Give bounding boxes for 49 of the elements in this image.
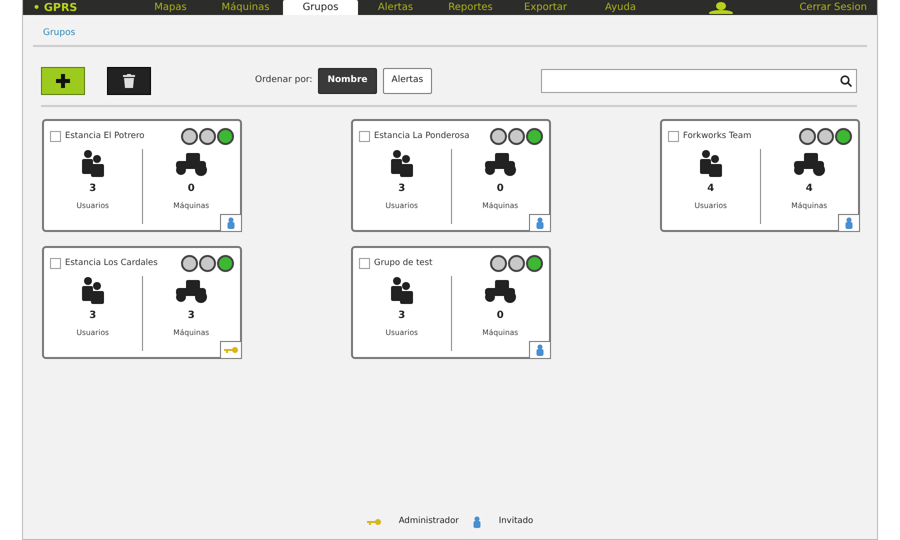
sort-button[interactable]: Nombre [318, 68, 377, 94]
add-button[interactable] [41, 66, 85, 94]
checkbox[interactable] [50, 130, 61, 142]
plus-icon [56, 74, 70, 88]
machine-count: 3 [188, 308, 195, 322]
machine-count: 4 [806, 182, 813, 196]
users-icon [80, 276, 105, 304]
user-count: 3 [398, 182, 406, 196]
users-icon [390, 276, 414, 304]
nav-tab[interactable]: Grupos [283, 0, 358, 15]
nav-tab[interactable]: Máquinas [208, 0, 283, 15]
group-name: Grupo de test [374, 256, 432, 270]
nav-tab[interactable]: Alertas [358, 0, 433, 15]
user-count: 3 [89, 182, 96, 196]
machine-count: 0 [188, 182, 195, 196]
breadcrumb-link[interactable]: Grupos [33, 15, 867, 46]
trash-icon [123, 74, 135, 88]
search-icon [840, 74, 852, 86]
sort-label: Ordenar por: [255, 74, 312, 87]
group-name: Forkworks Team [683, 130, 752, 142]
logout-link[interactable]: Cerrar Sesion [799, 0, 867, 15]
nav-tab[interactable]: Mapas [133, 0, 208, 15]
checkbox[interactable] [50, 258, 61, 268]
delete-button[interactable] [107, 66, 151, 94]
group-name: Estancia Los Cardales [65, 256, 158, 270]
logo-text: • GPRS [33, 2, 78, 13]
checkbox[interactable] [359, 130, 370, 142]
user-count: 3 [398, 308, 406, 322]
person-icon [472, 516, 481, 528]
legend-label: Invitado [498, 515, 534, 528]
nav-tab[interactable]: Reportes [433, 0, 508, 15]
users-icon [698, 148, 723, 176]
users-icon [390, 148, 414, 176]
checkbox[interactable] [359, 258, 370, 268]
key-icon [366, 518, 381, 526]
user-icon[interactable] [708, 2, 734, 14]
nav-tab[interactable]: Exportar [508, 0, 583, 15]
user-count: 3 [89, 308, 96, 322]
machine-count: 0 [496, 308, 504, 322]
group-name: Estancia La Ponderosa [374, 130, 470, 142]
nav-tab[interactable]: Ayuda [583, 0, 658, 15]
legend-label: Administrador [398, 515, 459, 528]
group-name: Estancia El Potrero [65, 130, 145, 142]
search-field[interactable] [541, 68, 857, 92]
sort-button[interactable]: Alertas [382, 68, 432, 94]
user-count: 4 [707, 182, 714, 196]
checkbox[interactable] [668, 130, 679, 142]
machine-count: 0 [496, 182, 504, 196]
users-icon [80, 148, 105, 176]
